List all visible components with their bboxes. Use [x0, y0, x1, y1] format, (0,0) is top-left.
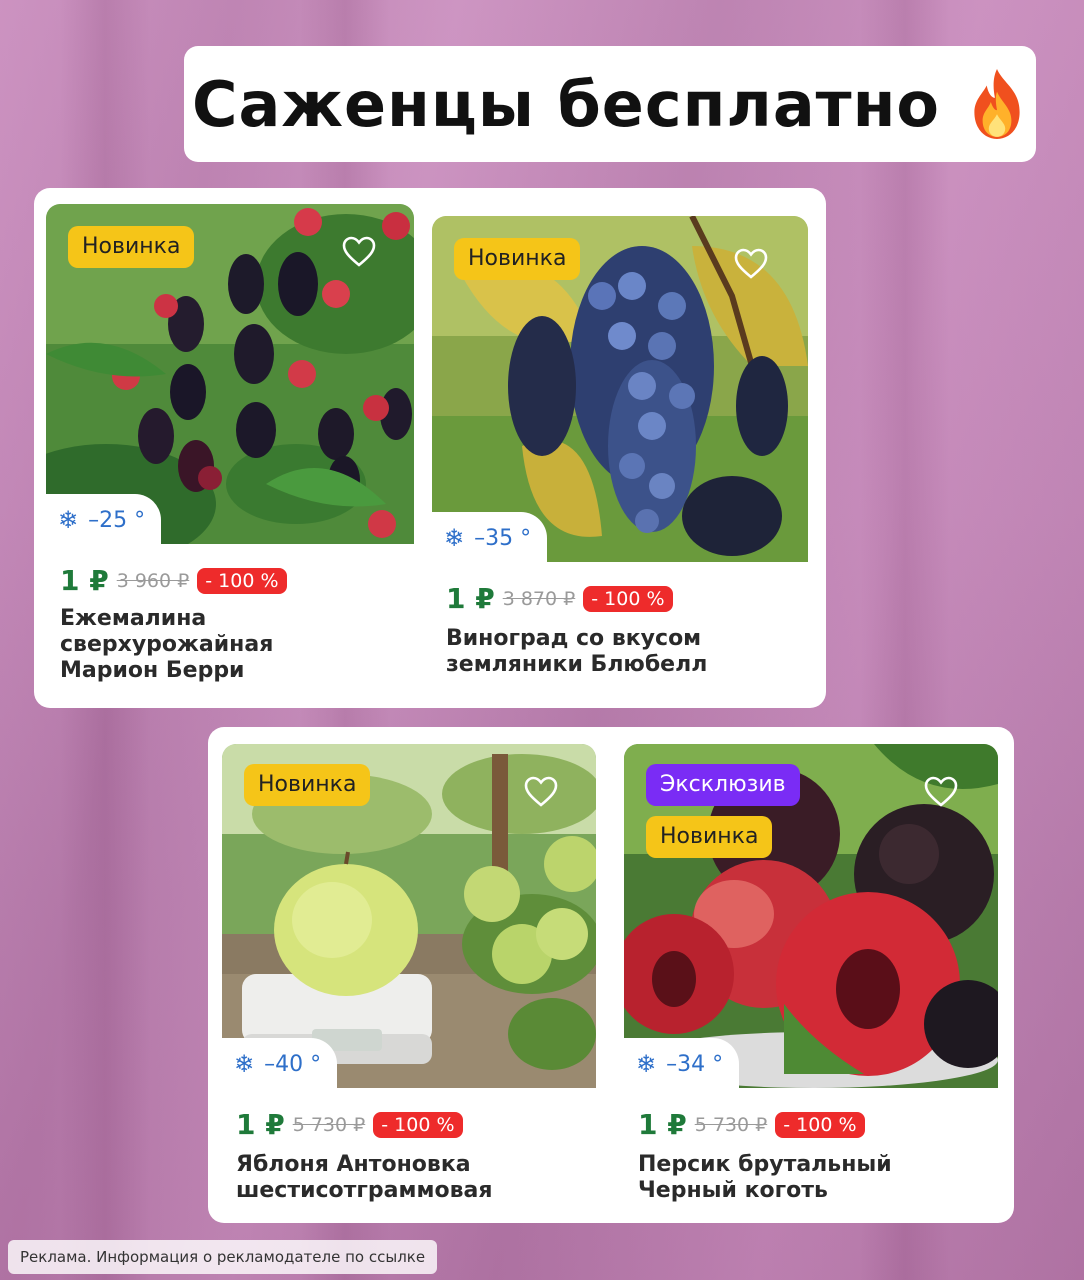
headline-banner: Саженцы бесплатно [184, 46, 1036, 162]
badge-exclusive: Эксклюзив [646, 764, 800, 806]
heart-icon[interactable] [524, 776, 558, 808]
heart-icon[interactable] [342, 236, 376, 268]
discount-badge: - 100 % [775, 1111, 865, 1138]
product-card-blackberry[interactable]: Новинка ❄ –25 ° 1 ₽ 3 960 ₽ - 100 % Ежем… [46, 204, 414, 704]
badge-new: Новинка [646, 816, 773, 858]
snowflake-icon: ❄ [58, 506, 79, 534]
old-price: 5 730 ₽ [292, 1113, 366, 1136]
frost-value: –35 ° [474, 525, 532, 551]
ad-disclosure[interactable]: Реклама. Информация о рекламодателе по с… [8, 1240, 438, 1274]
frost-resistance: ❄ –34 ° [624, 1038, 740, 1090]
old-price: 3 960 ₽ [116, 569, 190, 592]
snowflake-icon: ❄ [444, 524, 465, 552]
frost-resistance: ❄ –25 ° [46, 494, 162, 546]
product-name[interactable]: Виноград со вкусом земляники Блюбелл [446, 626, 796, 678]
product-card-grape[interactable]: Новинка ❄ –35 ° 1 ₽ 3 870 ₽ - 100 % Вино… [432, 216, 808, 702]
frost-value: –25 ° [88, 507, 146, 533]
product-card-peach[interactable]: Эксклюзив Новинка ❄ –34 ° 1 ₽ 5 730 ₽ - … [624, 744, 998, 1218]
frost-resistance: ❄ –35 ° [432, 512, 548, 564]
price: 1 ₽ [638, 1108, 687, 1141]
product-name[interactable]: Яблоня Антоновка шестисотграммовая [236, 1152, 586, 1204]
price-row: 1 ₽ 3 960 ₽ - 100 % [60, 564, 287, 597]
frost-value: –40 ° [264, 1051, 322, 1077]
badge-new: Новинка [68, 226, 195, 268]
product-card-apple[interactable]: Новинка ❄ –40 ° 1 ₽ 5 730 ₽ - 100 % Ябло… [222, 744, 596, 1218]
discount-badge: - 100 % [197, 567, 287, 594]
badge-new: Новинка [244, 764, 371, 806]
frost-resistance: ❄ –40 ° [222, 1038, 338, 1090]
price: 1 ₽ [236, 1108, 285, 1141]
price-row: 1 ₽ 3 870 ₽ - 100 % [446, 582, 673, 615]
price-row: 1 ₽ 5 730 ₽ - 100 % [638, 1108, 865, 1141]
discount-badge: - 100 % [583, 585, 673, 612]
frost-value: –34 ° [666, 1051, 724, 1077]
old-price: 5 730 ₽ [694, 1113, 768, 1136]
price-row: 1 ₽ 5 730 ₽ - 100 % [236, 1108, 463, 1141]
old-price: 3 870 ₽ [502, 587, 576, 610]
discount-badge: - 100 % [373, 1111, 463, 1138]
product-name[interactable]: Ежемалина сверхурожайная Марион Берри [60, 606, 340, 684]
price: 1 ₽ [60, 564, 109, 597]
product-name[interactable]: Персик брутальный Черный коготь [638, 1152, 988, 1204]
snowflake-icon: ❄ [636, 1050, 657, 1078]
fire-icon [974, 69, 1020, 139]
headline-title: Саженцы бесплатно [191, 67, 941, 141]
heart-icon[interactable] [734, 248, 768, 280]
badge-new: Новинка [454, 238, 581, 280]
heart-icon[interactable] [924, 776, 958, 808]
price: 1 ₽ [446, 582, 495, 615]
snowflake-icon: ❄ [234, 1050, 255, 1078]
